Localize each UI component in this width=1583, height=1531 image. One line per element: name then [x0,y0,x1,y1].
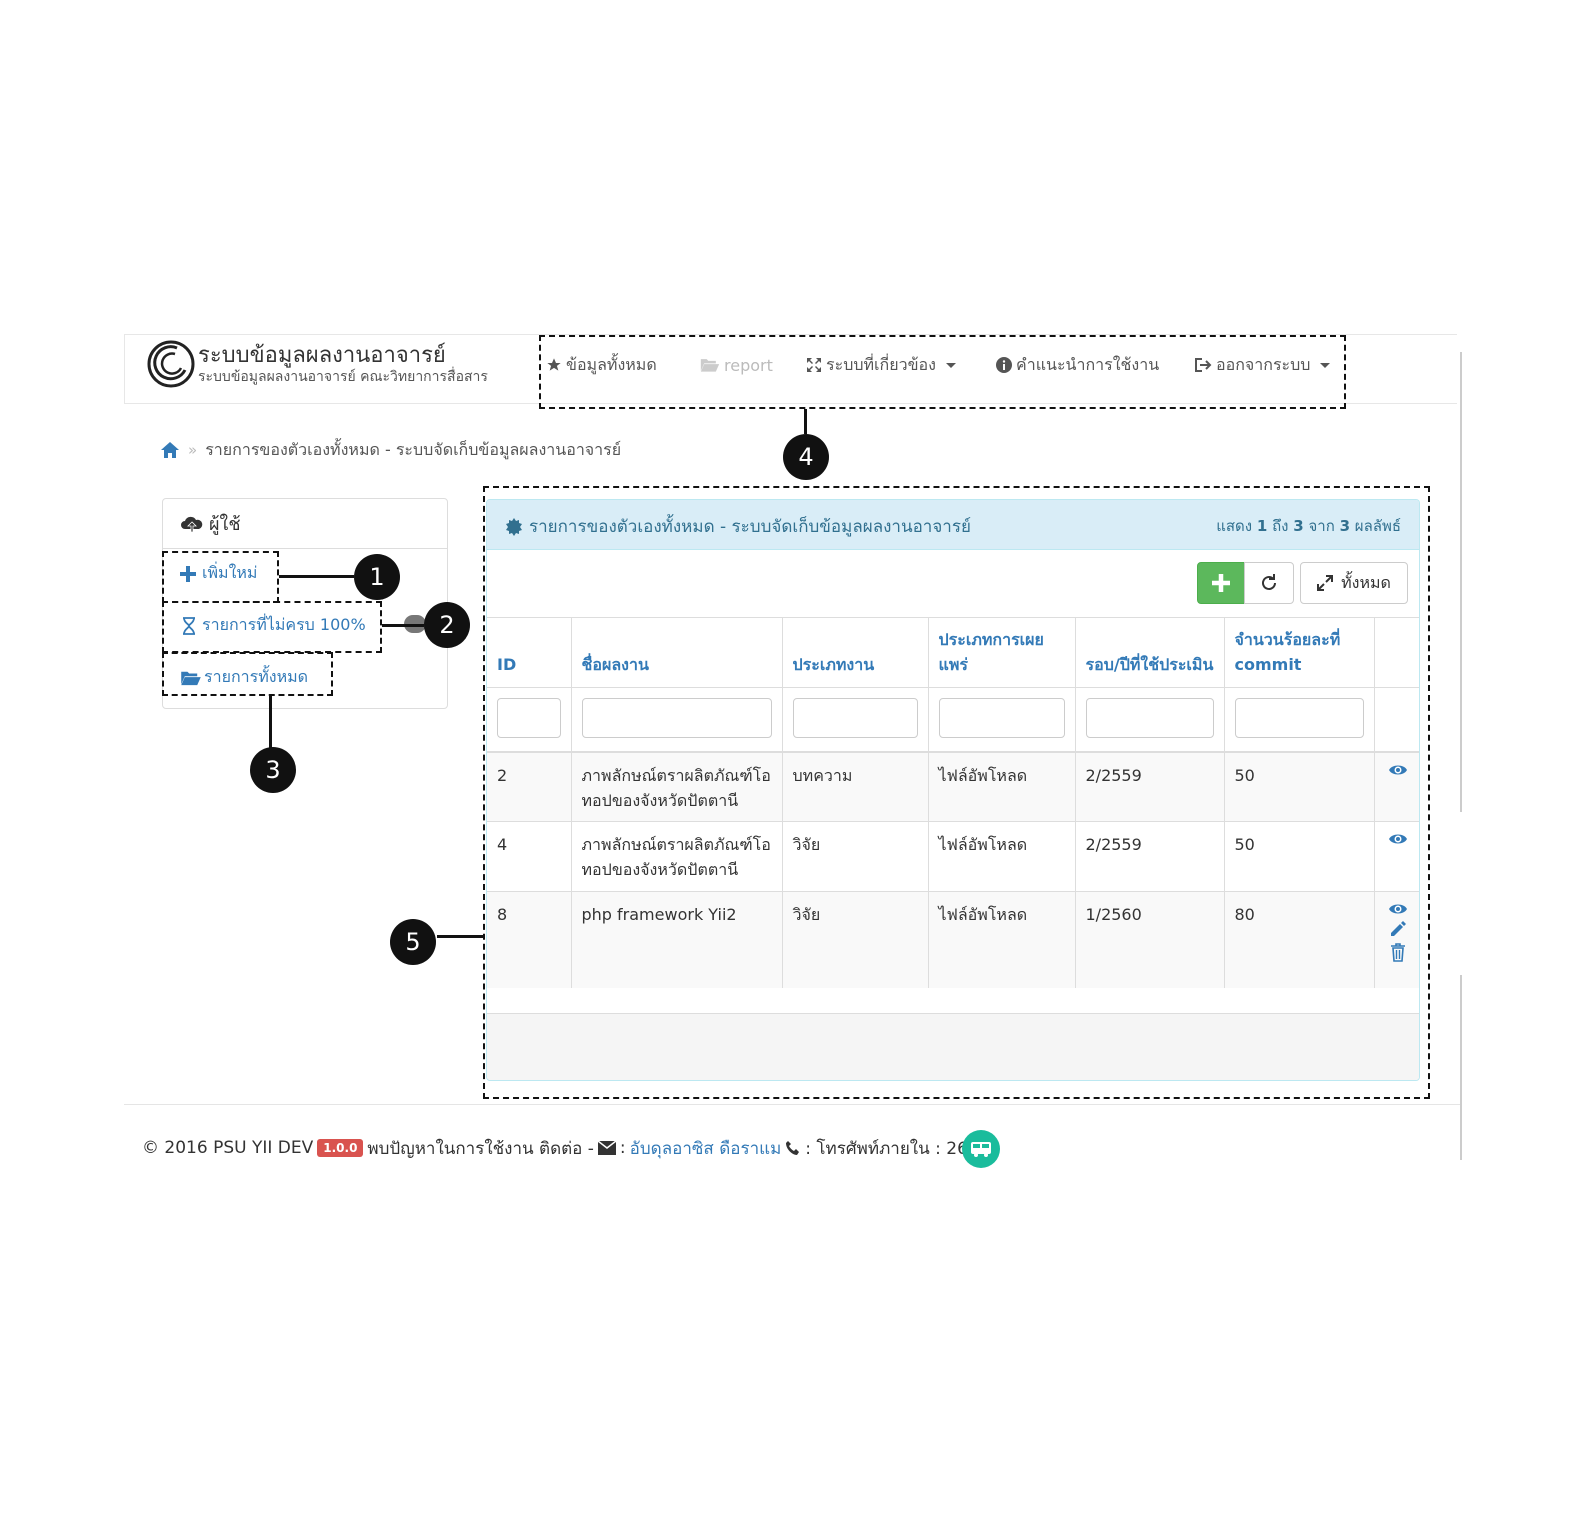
sidebar-header: ผู้ใช้ [163,499,447,549]
version-badge: 1.0.0 [317,1139,364,1157]
brand-subtitle: ระบบข้อมูลผลงานอาจารย์ คณะวิทยาการสื่อสา… [198,369,488,385]
callout-box-3 [162,652,333,696]
phone-icon [786,1141,800,1155]
footer-copyright: © 2016 PSU YII DEV [142,1138,314,1158]
brand-logo[interactable] [147,340,195,388]
envelope-icon [597,1141,616,1155]
callout-box-2 [162,601,382,653]
breadcrumb-current: รายการของตัวเองทั้งหมด - ระบบจัดเก็บข้อม… [205,439,622,459]
footer-problem-text: พบปัญหาในการใช้งาน ติดต่อ - [367,1138,594,1159]
home-icon[interactable] [160,441,180,459]
callout-badge-1: 1 [354,554,400,600]
cloud-upload-icon [181,516,203,532]
contact-name-link[interactable]: อับดุลอาซิส ดือราแม [630,1135,782,1162]
sidebar-title: ผู้ใช้ [209,514,241,535]
breadcrumb-separator: » [188,441,198,459]
footer-divider [124,1104,1460,1105]
breadcrumb: » รายการของตัวเองทั้งหมด - ระบบจัดเก็บข้… [160,437,621,463]
callout-line-1 [279,575,354,578]
callout-box-1 [162,551,279,603]
callout-badge-2: 2 [424,602,470,648]
callout-box-4 [539,335,1346,409]
callout-box-5 [483,486,1430,1099]
bus-icon [971,1142,991,1157]
page-right-edge [1460,352,1462,812]
footer-contact-sep: : [619,1138,626,1158]
page-footer: © 2016 PSU YII DEV 1.0.0 พบปัญหาในการใช้… [142,1134,990,1162]
callout-badge-4: 4 [783,434,829,480]
floating-chat-button[interactable] [962,1130,1000,1168]
callout-badge-5: 5 [390,919,436,965]
callout-line-4 [804,409,807,434]
callout-line-2 [382,624,424,627]
page-right-edge-lower [1460,975,1462,1160]
callout-badge-3: 3 [250,747,296,793]
callout-line-5 [437,935,483,938]
callout-line-3 [269,696,272,748]
